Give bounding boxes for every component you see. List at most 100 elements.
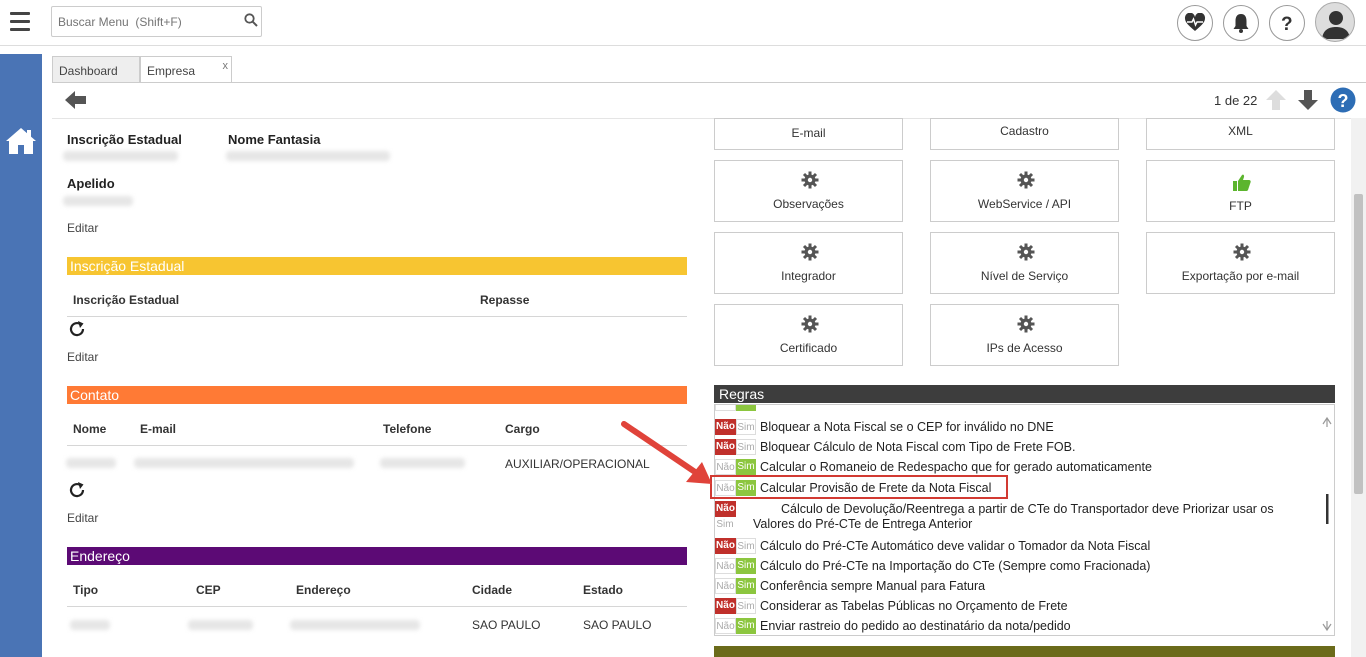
toggle-nao[interactable]	[715, 405, 736, 411]
gear-icon	[1017, 243, 1035, 261]
card-label: WebService / API	[977, 197, 1072, 211]
contact-phone	[380, 458, 465, 468]
avatar[interactable]	[1315, 2, 1355, 42]
regras-list[interactable]: Não Sim Bloquear a Nota Fiscal se o CEP fo…	[714, 404, 1335, 636]
tab-close-icon[interactable]: x	[223, 60, 229, 72]
home-icon[interactable]	[5, 126, 37, 156]
col-tipo: Tipo	[73, 583, 99, 597]
toggle-nao[interactable]: Não	[715, 459, 736, 475]
col-telefone: Telefone	[383, 422, 432, 436]
menu-icon[interactable]	[10, 12, 30, 32]
col-cidade: Cidade	[472, 583, 513, 597]
rule-text: Enviar rastreio do pedido ao destinatári…	[760, 619, 1071, 633]
annotation-arrow-icon	[621, 421, 712, 484]
addr-tipo	[70, 620, 110, 630]
back-arrow-icon[interactable]	[65, 91, 87, 109]
card-label: IPs de Acesso	[986, 341, 1063, 355]
toggle-nao[interactable]: Não	[715, 598, 736, 614]
edit-contato-link[interactable]: Editar	[67, 511, 98, 525]
edit-company-link[interactable]: Editar	[67, 221, 98, 235]
card-certificado[interactable]: Certificado	[714, 304, 903, 366]
toggle-sim[interactable]: Sim	[736, 459, 756, 475]
toggle-sim[interactable]: Sim	[736, 439, 756, 455]
regras-header: Regras	[714, 385, 1335, 403]
help-circle-icon[interactable]: ?	[1330, 87, 1356, 113]
card-integrador[interactable]: Integrador	[714, 232, 903, 294]
notifications-button[interactable]	[1223, 5, 1259, 41]
apelido-label: Apelido	[67, 176, 115, 191]
heart-pulse-icon	[1184, 13, 1206, 31]
fantasia-value	[226, 151, 390, 161]
toggle-nao[interactable]: Não	[715, 558, 736, 574]
toggle-nao[interactable]: Não	[715, 419, 736, 435]
ie-section-header: Inscrição Estadual	[67, 257, 687, 275]
down-arrow-icon[interactable]	[1298, 90, 1318, 110]
card-label: FTP	[1229, 199, 1252, 213]
card-email[interactable]: E-mail	[714, 118, 903, 150]
card-label: E-mail	[791, 126, 826, 140]
page-scrollbar[interactable]	[1351, 118, 1366, 657]
gear-icon	[1017, 171, 1035, 189]
rule-text: Cálculo de Devolução/Reentrega a partir …	[781, 502, 1274, 516]
toggle-nao[interactable]: Não	[715, 538, 736, 554]
toggle-sim[interactable]: Sim	[736, 618, 756, 634]
highlight-box	[710, 475, 1008, 499]
card-nivel-servico[interactable]: Nível de Serviço	[930, 232, 1119, 294]
card-label: Observações	[773, 197, 844, 211]
card-label: Cadastro	[1000, 124, 1049, 138]
card-observacoes[interactable]: Observações	[714, 160, 903, 222]
divider	[67, 316, 687, 317]
toggle-nao[interactable]: Não	[715, 439, 736, 455]
rule-text: Bloquear a Nota Fiscal se o CEP for invá…	[760, 420, 1054, 434]
gear-icon	[801, 171, 819, 189]
toggle-sim[interactable]: Sim	[715, 517, 735, 533]
regras-scrollbar[interactable]	[1320, 412, 1334, 634]
ie-label: Inscrição Estadual	[67, 132, 182, 147]
tab-empresa[interactable]: Empresa x	[140, 56, 232, 83]
addr-cep	[188, 620, 253, 630]
gear-icon	[1017, 315, 1035, 333]
divider	[67, 445, 687, 446]
tab-dashboard[interactable]: Dashboard	[52, 56, 140, 83]
toggle-sim[interactable]: Sim	[736, 558, 756, 574]
divider	[67, 606, 687, 607]
refresh-icon[interactable]	[68, 320, 86, 338]
card-exportacao[interactable]: Exportação por e-mail	[1146, 232, 1335, 294]
toggle-sim[interactable]: Sim	[736, 419, 756, 435]
toggle-sim[interactable]: Sim	[736, 578, 756, 594]
gear-icon	[801, 243, 819, 261]
health-button[interactable]	[1177, 5, 1213, 41]
addr-cidade: SAO PAULO	[472, 618, 541, 632]
rule-text: Conferência sempre Manual para Fatura	[760, 579, 986, 593]
refresh-icon[interactable]	[68, 481, 86, 499]
edit-ie-link[interactable]: Editar	[67, 350, 98, 364]
toggle-nao[interactable]: Não	[715, 578, 736, 594]
card-ftp[interactable]: FTP	[1146, 160, 1335, 222]
contact-name	[66, 458, 116, 468]
toggle-sim[interactable]	[736, 405, 756, 411]
toggle-nao[interactable]: Não	[715, 501, 736, 517]
bell-icon	[1233, 14, 1249, 33]
user-icon	[1322, 11, 1350, 39]
card-ips-acesso[interactable]: IPs de Acesso	[930, 304, 1119, 366]
col-nome: Nome	[73, 422, 107, 436]
addr-estado: SAO PAULO	[583, 618, 652, 632]
toggle-nao[interactable]: Não	[715, 618, 736, 634]
scrollbar-thumb[interactable]	[1354, 194, 1363, 494]
toggle-sim[interactable]: Sim	[736, 538, 756, 554]
rule-text: Calcular o Romaneio de Redespacho que fo…	[760, 460, 1152, 474]
card-webservice[interactable]: WebService / API	[930, 160, 1119, 222]
card-cadastro[interactable]: Cadastro	[930, 118, 1119, 150]
search-icon[interactable]	[244, 13, 258, 27]
question-icon: ?	[1281, 14, 1293, 33]
toggle-sim[interactable]: Sim	[736, 598, 756, 614]
tab-label: Empresa	[147, 64, 196, 78]
up-arrow-icon[interactable]	[1266, 90, 1286, 110]
help-button[interactable]: ?	[1269, 5, 1305, 41]
card-xml[interactable]: XML	[1146, 118, 1335, 150]
svg-text:?: ?	[1281, 14, 1293, 33]
rule-text: Cálculo do Pré-CTe Automático deve valid…	[760, 539, 1151, 553]
related-section-header	[714, 646, 1335, 657]
search-input[interactable]	[51, 6, 262, 37]
col-ie: Inscrição Estadual	[73, 293, 180, 307]
